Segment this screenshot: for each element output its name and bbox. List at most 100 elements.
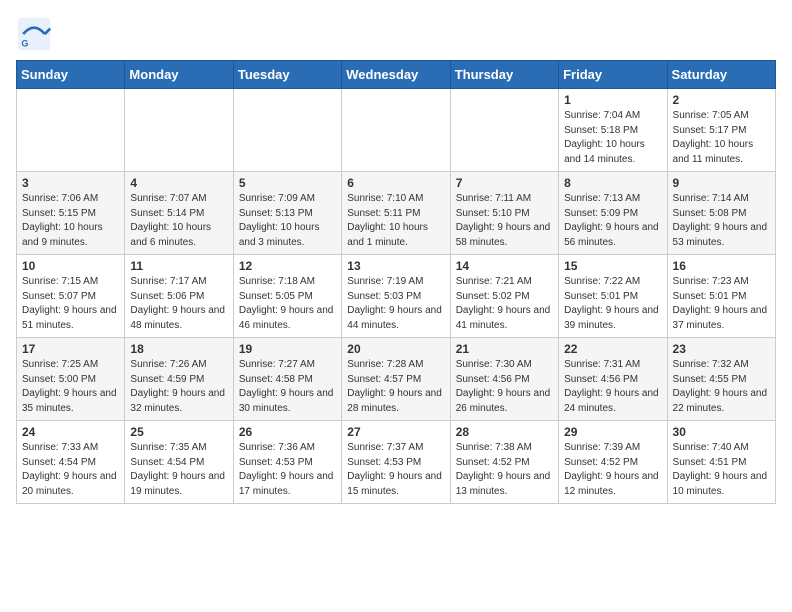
calendar-cell: 14 Sunrise: 7:21 AM Sunset: 5:02 PM Dayli… (450, 255, 558, 338)
calendar-cell: 4Sunrise: 7:07 AM Sunset: 5:14 PM Daylig… (125, 172, 233, 255)
calendar-cell (17, 89, 125, 172)
day-info: Sunrise: 7:10 AM Sunset: 5:11 PM Dayligh… (347, 192, 444, 250)
calendar-cell: 11Sunrise: 7:17 AM Sunset: 5:06 PM Dayli… (125, 255, 233, 338)
day-number: 25 (130, 425, 227, 439)
calendar-cell: 30 Sunrise: 7:40 AM Sunset: 4:51 PM Dayli… (667, 421, 775, 504)
calendar-cell: 12 Sunrise: 7:18 AM Sunset: 5:05 PM Dayli… (233, 255, 341, 338)
day-info: Sunrise: 7:11 AM Sunset: 5:10 PM Dayligh… (456, 192, 553, 250)
weekday-header: Tuesday (233, 61, 341, 89)
calendar-cell: 24Sunrise: 7:33 AM Sunset: 4:54 PM Dayli… (17, 421, 125, 504)
calendar-cell (450, 89, 558, 172)
calendar-cell: 29 Sunrise: 7:39 AM Sunset: 4:52 PM Dayli… (559, 421, 667, 504)
calendar-week-row: 3 Sunrise: 7:06 AM Sunset: 5:15 PM Daylig… (17, 172, 776, 255)
calendar-cell: 3 Sunrise: 7:06 AM Sunset: 5:15 PM Daylig… (17, 172, 125, 255)
day-info: Sunrise: 7:28 AM Sunset: 4:57 PM Dayligh… (347, 358, 444, 416)
day-info: Sunrise: 7:22 AM Sunset: 5:01 PM Dayligh… (564, 275, 661, 333)
day-number: 5 (239, 176, 336, 190)
weekday-header: Monday (125, 61, 233, 89)
weekday-header: Friday (559, 61, 667, 89)
day-number: 10 (22, 259, 119, 273)
day-info: Sunrise: 7:05 AM Sunset: 5:17 PM Dayligh… (673, 109, 770, 167)
day-number: 4 (130, 176, 227, 190)
calendar-body: 1 Sunrise: 7:04 AM Sunset: 5:18 PM Daylig… (17, 89, 776, 504)
day-number: 27 (347, 425, 444, 439)
weekday-header: Thursday (450, 61, 558, 89)
day-info: Sunrise: 7:15 AM Sunset: 5:07 PM Dayligh… (22, 275, 119, 333)
day-number: 30 (673, 425, 770, 439)
weekday-row: SundayMondayTuesdayWednesdayThursdayFrid… (17, 61, 776, 89)
calendar-cell: 6Sunrise: 7:10 AM Sunset: 5:11 PM Daylig… (342, 172, 450, 255)
calendar-cell: 16 Sunrise: 7:23 AM Sunset: 5:01 PM Dayli… (667, 255, 775, 338)
day-number: 12 (239, 259, 336, 273)
day-info: Sunrise: 7:27 AM Sunset: 4:58 PM Dayligh… (239, 358, 336, 416)
day-number: 28 (456, 425, 553, 439)
day-number: 29 (564, 425, 661, 439)
day-number: 3 (22, 176, 119, 190)
day-number: 1 (564, 93, 661, 107)
day-info: Sunrise: 7:13 AM Sunset: 5:09 PM Dayligh… (564, 192, 661, 250)
logo-icon: G (16, 16, 52, 52)
svg-text:G: G (21, 39, 28, 49)
day-info: Sunrise: 7:06 AM Sunset: 5:15 PM Dayligh… (22, 192, 119, 250)
day-info: Sunrise: 7:23 AM Sunset: 5:01 PM Dayligh… (673, 275, 770, 333)
day-info: Sunrise: 7:30 AM Sunset: 4:56 PM Dayligh… (456, 358, 553, 416)
day-info: Sunrise: 7:21 AM Sunset: 5:02 PM Dayligh… (456, 275, 553, 333)
calendar-cell: 7 Sunrise: 7:11 AM Sunset: 5:10 PM Daylig… (450, 172, 558, 255)
calendar-cell: 28 Sunrise: 7:38 AM Sunset: 4:52 PM Dayli… (450, 421, 558, 504)
day-info: Sunrise: 7:38 AM Sunset: 4:52 PM Dayligh… (456, 441, 553, 499)
day-info: Sunrise: 7:40 AM Sunset: 4:51 PM Dayligh… (673, 441, 770, 499)
day-info: Sunrise: 7:35 AM Sunset: 4:54 PM Dayligh… (130, 441, 227, 499)
day-info: Sunrise: 7:31 AM Sunset: 4:56 PM Dayligh… (564, 358, 661, 416)
calendar-cell: 10 Sunrise: 7:15 AM Sunset: 5:07 PM Dayli… (17, 255, 125, 338)
day-info: Sunrise: 7:32 AM Sunset: 4:55 PM Dayligh… (673, 358, 770, 416)
day-info: Sunrise: 7:18 AM Sunset: 5:05 PM Dayligh… (239, 275, 336, 333)
day-number: 23 (673, 342, 770, 356)
day-number: 21 (456, 342, 553, 356)
day-number: 8 (564, 176, 661, 190)
day-info: Sunrise: 7:26 AM Sunset: 4:59 PM Dayligh… (130, 358, 227, 416)
day-number: 14 (456, 259, 553, 273)
weekday-header: Sunday (17, 61, 125, 89)
day-number: 17 (22, 342, 119, 356)
day-number: 16 (673, 259, 770, 273)
day-info: Sunrise: 7:36 AM Sunset: 4:53 PM Dayligh… (239, 441, 336, 499)
calendar-cell: 13 Sunrise: 7:19 AM Sunset: 5:03 PM Dayli… (342, 255, 450, 338)
calendar-cell (125, 89, 233, 172)
calendar-cell: 5 Sunrise: 7:09 AM Sunset: 5:13 PM Daylig… (233, 172, 341, 255)
calendar-cell (233, 89, 341, 172)
calendar-cell: 9 Sunrise: 7:14 AM Sunset: 5:08 PM Daylig… (667, 172, 775, 255)
day-info: Sunrise: 7:14 AM Sunset: 5:08 PM Dayligh… (673, 192, 770, 250)
calendar-cell: 8 Sunrise: 7:13 AM Sunset: 5:09 PM Daylig… (559, 172, 667, 255)
calendar-week-row: 24Sunrise: 7:33 AM Sunset: 4:54 PM Dayli… (17, 421, 776, 504)
calendar-cell: 17 Sunrise: 7:25 AM Sunset: 5:00 PM Dayli… (17, 338, 125, 421)
day-number: 26 (239, 425, 336, 439)
day-info: Sunrise: 7:04 AM Sunset: 5:18 PM Dayligh… (564, 109, 661, 167)
page-header: G (16, 16, 776, 52)
calendar-week-row: 10 Sunrise: 7:15 AM Sunset: 5:07 PM Dayli… (17, 255, 776, 338)
calendar-cell: 18 Sunrise: 7:26 AM Sunset: 4:59 PM Dayli… (125, 338, 233, 421)
day-number: 11 (130, 259, 227, 273)
day-number: 9 (673, 176, 770, 190)
calendar-cell: 2Sunrise: 7:05 AM Sunset: 5:17 PM Daylig… (667, 89, 775, 172)
calendar-cell: 19 Sunrise: 7:27 AM Sunset: 4:58 PM Dayli… (233, 338, 341, 421)
day-number: 13 (347, 259, 444, 273)
weekday-header: Saturday (667, 61, 775, 89)
day-number: 18 (130, 342, 227, 356)
day-info: Sunrise: 7:19 AM Sunset: 5:03 PM Dayligh… (347, 275, 444, 333)
day-number: 22 (564, 342, 661, 356)
calendar-cell: 23 Sunrise: 7:32 AM Sunset: 4:55 PM Dayli… (667, 338, 775, 421)
day-number: 24 (22, 425, 119, 439)
day-number: 19 (239, 342, 336, 356)
logo: G (16, 16, 58, 52)
calendar-cell: 22 Sunrise: 7:31 AM Sunset: 4:56 PM Dayli… (559, 338, 667, 421)
day-info: Sunrise: 7:25 AM Sunset: 5:00 PM Dayligh… (22, 358, 119, 416)
day-info: Sunrise: 7:09 AM Sunset: 5:13 PM Dayligh… (239, 192, 336, 250)
calendar-cell: 1 Sunrise: 7:04 AM Sunset: 5:18 PM Daylig… (559, 89, 667, 172)
calendar-cell: 27Sunrise: 7:37 AM Sunset: 4:53 PM Dayli… (342, 421, 450, 504)
day-info: Sunrise: 7:39 AM Sunset: 4:52 PM Dayligh… (564, 441, 661, 499)
day-number: 7 (456, 176, 553, 190)
calendar-cell: 21 Sunrise: 7:30 AM Sunset: 4:56 PM Dayli… (450, 338, 558, 421)
calendar-table: SundayMondayTuesdayWednesdayThursdayFrid… (16, 60, 776, 504)
calendar-week-row: 1 Sunrise: 7:04 AM Sunset: 5:18 PM Daylig… (17, 89, 776, 172)
calendar-cell (342, 89, 450, 172)
